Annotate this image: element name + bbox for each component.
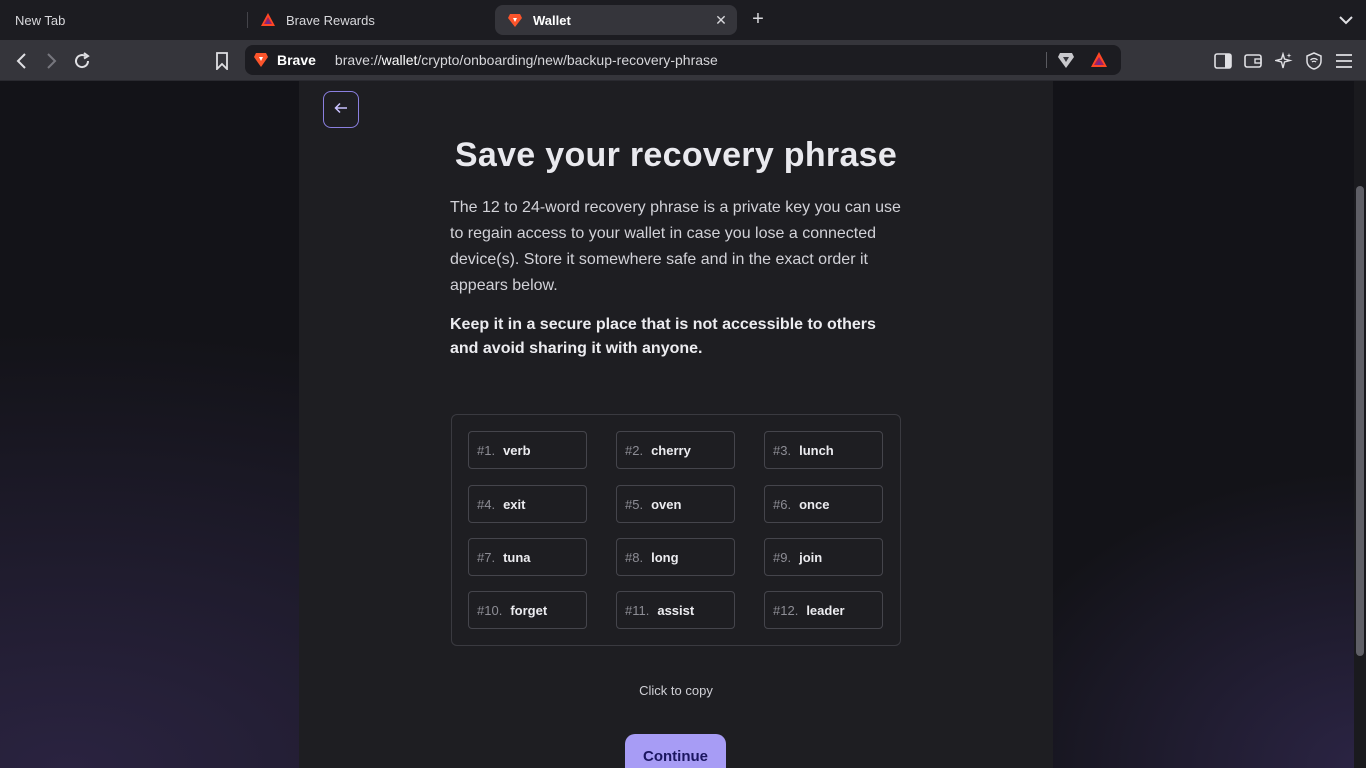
url-path: /crypto/onboarding/new/backup-recovery-p… bbox=[417, 52, 718, 68]
site-name: Brave bbox=[277, 52, 316, 68]
word-number: #7. bbox=[477, 549, 496, 565]
tab-new-tab[interactable]: New Tab bbox=[15, 5, 65, 35]
brave-lion-icon bbox=[507, 12, 523, 28]
tab-strip: New Tab Brave Rewards Wallet ✕ + bbox=[0, 0, 1366, 40]
word-number: #4. bbox=[477, 496, 496, 512]
url-scheme: brave:// bbox=[334, 52, 382, 68]
recovery-word[interactable]: #4. exit bbox=[468, 485, 587, 523]
tab-brave-rewards[interactable]: Brave Rewards bbox=[260, 5, 375, 35]
page-title: Save your recovery phrase bbox=[454, 136, 898, 174]
back-arrow-icon[interactable] bbox=[11, 50, 33, 72]
word-text: lunch bbox=[799, 442, 834, 458]
recovery-word[interactable]: #12. leader bbox=[764, 591, 883, 629]
tab-label: Brave Rewards bbox=[286, 12, 375, 28]
copy-hint[interactable]: Click to copy bbox=[299, 683, 1053, 698]
word-number: #5. bbox=[625, 496, 644, 512]
recovery-word[interactable]: #10. forget bbox=[468, 591, 587, 629]
tab-wallet[interactable]: Wallet ✕ bbox=[495, 5, 737, 35]
word-text: leader bbox=[806, 602, 845, 618]
brave-lion-icon bbox=[254, 52, 268, 68]
arrow-left-icon bbox=[334, 101, 348, 119]
tab-label: Wallet bbox=[533, 12, 571, 28]
chevron-down-icon[interactable] bbox=[1336, 10, 1356, 30]
recovery-word[interactable]: #5. oven bbox=[616, 485, 735, 523]
word-number: #9. bbox=[773, 549, 792, 565]
vpn-icon[interactable] bbox=[1303, 50, 1325, 72]
continue-button[interactable]: Continue bbox=[625, 734, 726, 768]
site-identity[interactable]: Brave bbox=[254, 52, 316, 68]
word-text: assist bbox=[657, 602, 695, 618]
address-bar[interactable]: Brave brave://wallet/crypto/onboarding/n… bbox=[245, 45, 1121, 75]
close-icon[interactable]: ✕ bbox=[713, 12, 729, 28]
word-text: tuna bbox=[503, 549, 531, 565]
recovery-word[interactable]: #3. lunch bbox=[764, 431, 883, 469]
browser-toolbar: Brave brave://wallet/crypto/onboarding/n… bbox=[0, 40, 1366, 81]
scrollbar-thumb[interactable] bbox=[1356, 186, 1364, 656]
recovery-word[interactable]: #1. verb bbox=[468, 431, 587, 469]
new-tab-button[interactable]: + bbox=[748, 9, 768, 29]
bookmark-icon[interactable] bbox=[211, 50, 233, 72]
reload-icon[interactable] bbox=[71, 50, 93, 72]
word-text: exit bbox=[503, 496, 526, 512]
leo-ai-icon[interactable] bbox=[1273, 50, 1295, 72]
recovery-phrase-grid[interactable]: #1. verb #2. cherry #3. lunch #4. exit #5. ov… bbox=[451, 414, 901, 646]
recovery-word[interactable]: #9. join bbox=[764, 538, 883, 576]
url-text: brave://wallet/crypto/onboarding/new/bac… bbox=[335, 52, 718, 68]
word-number: #10. bbox=[477, 602, 503, 618]
warning-text: Keep it in a secure place that is not ac… bbox=[450, 316, 876, 357]
url-host: wallet bbox=[381, 52, 418, 68]
word-text: verb bbox=[503, 442, 531, 458]
word-number: #6. bbox=[773, 496, 792, 512]
recovery-word[interactable]: #2. cherry bbox=[616, 431, 735, 469]
onboarding-card: Save your recovery phrase The 12 to 24-w… bbox=[299, 81, 1053, 768]
word-text: oven bbox=[651, 496, 682, 512]
recovery-word[interactable]: #8. long bbox=[616, 538, 735, 576]
word-number: #12. bbox=[773, 602, 799, 618]
bat-rewards-icon[interactable] bbox=[1090, 51, 1108, 69]
bat-icon bbox=[260, 12, 276, 28]
divider bbox=[1046, 52, 1047, 68]
word-number: #8. bbox=[625, 549, 644, 565]
word-text: once bbox=[799, 496, 830, 512]
menu-icon[interactable] bbox=[1333, 50, 1355, 72]
word-number: #1. bbox=[477, 442, 496, 458]
word-text: forget bbox=[510, 602, 548, 618]
recovery-word[interactable]: #11. assist bbox=[616, 591, 735, 629]
description-text: The 12 to 24-word recovery phrase is a p… bbox=[450, 199, 901, 294]
word-text: join bbox=[799, 549, 823, 565]
wallet-icon[interactable] bbox=[1242, 50, 1264, 72]
word-text: cherry bbox=[651, 442, 691, 458]
word-number: #2. bbox=[625, 442, 644, 458]
brave-shields-icon[interactable] bbox=[1057, 51, 1075, 69]
forward-arrow-icon[interactable] bbox=[40, 50, 62, 72]
tab-separator bbox=[247, 12, 248, 28]
recovery-word[interactable]: #6. once bbox=[764, 485, 883, 523]
tab-label: New Tab bbox=[15, 12, 66, 28]
word-number: #3. bbox=[773, 442, 792, 458]
sidebar-icon[interactable] bbox=[1212, 50, 1234, 72]
page-content: Save your recovery phrase The 12 to 24-w… bbox=[0, 81, 1366, 768]
back-button[interactable] bbox=[323, 91, 359, 128]
recovery-word[interactable]: #7. tuna bbox=[468, 538, 587, 576]
word-text: long bbox=[651, 549, 679, 565]
word-number: #11. bbox=[625, 602, 650, 618]
